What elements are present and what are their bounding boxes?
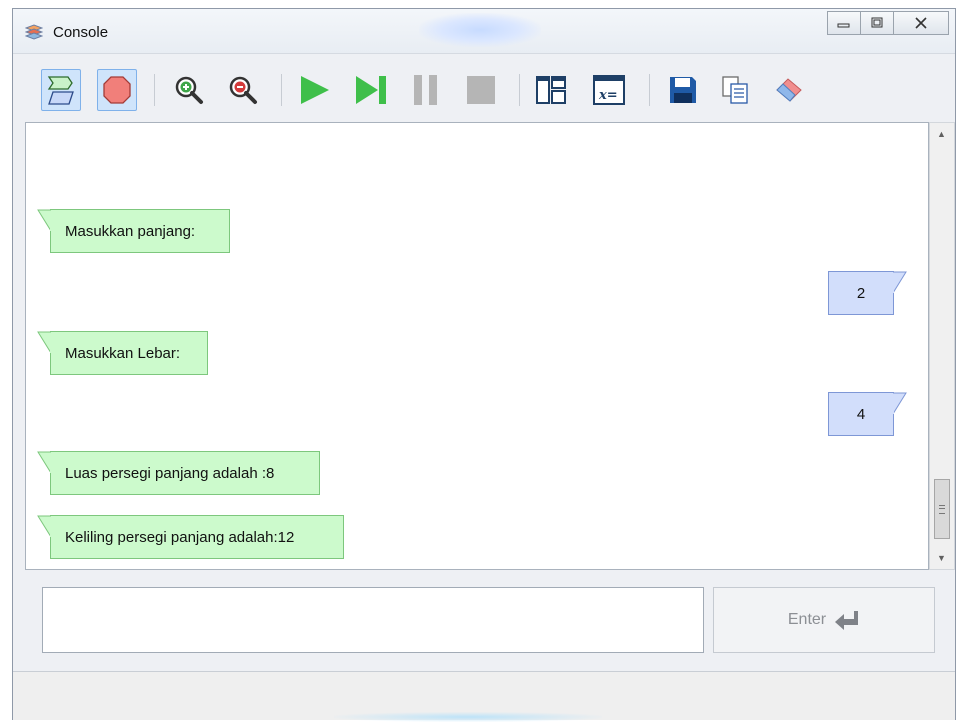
- toolbar-separator: [519, 74, 520, 106]
- flowchart-view-button[interactable]: [41, 69, 81, 111]
- run-button[interactable]: [295, 69, 335, 111]
- input-bubble: 4: [828, 392, 907, 436]
- save-button[interactable]: [663, 69, 703, 111]
- console-window: Console x= Masukkan panjang: 2 Masukkan …: [12, 8, 956, 720]
- step-icon: [356, 76, 386, 104]
- stop-icon: [467, 76, 495, 104]
- enter-label: Enter: [787, 611, 827, 628]
- bubble-tail: [893, 271, 907, 294]
- console-input[interactable]: [42, 587, 704, 653]
- input-text: 2: [856, 284, 866, 302]
- input-text: 4: [856, 405, 866, 423]
- output-text: Luas persegi panjang adalah :8: [65, 464, 275, 482]
- stop-button[interactable]: [461, 69, 501, 111]
- close-icon: [915, 17, 927, 29]
- step-button[interactable]: [351, 69, 391, 111]
- toolbar-separator: [649, 74, 650, 106]
- maximize-button[interactable]: [860, 11, 894, 35]
- copy-button[interactable]: [715, 69, 755, 111]
- window-controls: [827, 11, 949, 35]
- save-icon: [670, 77, 696, 103]
- svg-text:x=: x=: [598, 88, 618, 103]
- title-bar[interactable]: Console: [13, 9, 955, 53]
- output-text: Masukkan panjang:: [65, 222, 196, 240]
- grip-icon: [939, 505, 945, 514]
- run-icon: [301, 76, 329, 104]
- minimize-button[interactable]: [827, 11, 861, 35]
- zoom-out-button[interactable]: [223, 69, 263, 111]
- toolbar: x=: [13, 53, 955, 120]
- maximize-icon: [871, 17, 883, 28]
- bubble-tail: [37, 209, 51, 232]
- variable-watch-icon: x=: [593, 75, 625, 105]
- layout-panels-button[interactable]: [531, 69, 571, 111]
- title-glow: [419, 13, 541, 47]
- scroll-up-icon[interactable]: ▲: [937, 129, 946, 139]
- output-text: Masukkan Lebar:: [65, 344, 181, 362]
- scroll-down-icon[interactable]: ▼: [937, 553, 946, 563]
- bubble-tail: [37, 451, 51, 474]
- output-bubble: Luas persegi panjang adalah :8: [37, 451, 320, 495]
- variable-watch-button[interactable]: x=: [589, 69, 629, 111]
- minimize-icon: [837, 23, 850, 28]
- close-button[interactable]: [893, 11, 949, 35]
- enter-arrow-icon: [835, 611, 859, 630]
- stop-sign-icon: [103, 76, 131, 104]
- input-bubble: 2: [828, 271, 907, 315]
- taskbar-glow: [334, 712, 602, 722]
- output-bubble: Masukkan panjang:: [37, 209, 230, 253]
- bubble-tail: [37, 515, 51, 538]
- vertical-scrollbar[interactable]: ▲ ▼: [929, 122, 955, 570]
- zoom-in-icon: [175, 76, 203, 104]
- eraser-button[interactable]: [769, 69, 809, 111]
- window-title: Console: [53, 24, 109, 41]
- zoom-in-button[interactable]: [169, 69, 209, 111]
- zoom-out-icon: [229, 76, 257, 104]
- eraser-icon: [776, 78, 802, 102]
- flowchart-view-icon: [47, 76, 74, 105]
- output-bubble: Keliling persegi panjang adalah:12: [37, 515, 344, 559]
- toolbar-separator: [281, 74, 282, 106]
- enter-button[interactable]: Enter: [713, 587, 935, 653]
- pause-icon: [414, 75, 437, 105]
- output-text: Keliling persegi panjang adalah:12: [65, 528, 295, 546]
- stop-sign-button[interactable]: [97, 69, 137, 111]
- scrollbar-thumb[interactable]: [934, 479, 950, 539]
- bubble-tail: [37, 331, 51, 354]
- bubble-tail: [893, 392, 907, 415]
- pause-button[interactable]: [406, 69, 446, 111]
- app-icon: [25, 24, 43, 40]
- console-output[interactable]: Masukkan panjang: 2 Masukkan Lebar: 4 Lu…: [25, 122, 929, 570]
- copy-icon: [722, 76, 748, 104]
- layout-panels-icon: [536, 76, 566, 104]
- output-bubble: Masukkan Lebar:: [37, 331, 208, 375]
- toolbar-separator: [154, 74, 155, 106]
